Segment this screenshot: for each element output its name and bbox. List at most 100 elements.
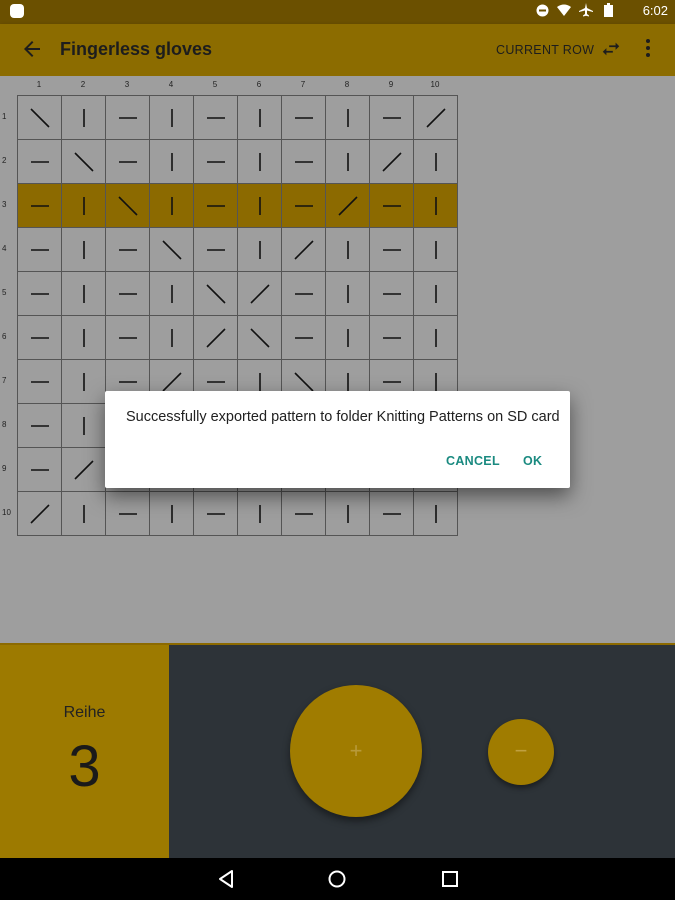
current-row-button[interactable]: CURRENT ROW: [496, 43, 594, 57]
pattern-cell[interactable]: [413, 227, 458, 272]
pattern-cell[interactable]: [17, 139, 62, 184]
pattern-cell[interactable]: [17, 315, 62, 360]
pattern-cell[interactable]: [413, 491, 458, 536]
pattern-cell[interactable]: [281, 227, 326, 272]
pattern-cell[interactable]: [369, 491, 414, 536]
pattern-cell[interactable]: [193, 183, 238, 228]
pattern-cell[interactable]: [325, 491, 370, 536]
pattern-cell[interactable]: [369, 139, 414, 184]
pattern-cell[interactable]: [105, 95, 150, 140]
pattern-cell[interactable]: [61, 315, 106, 360]
pattern-cell[interactable]: [369, 315, 414, 360]
pattern-cell[interactable]: [281, 183, 326, 228]
pattern-cell[interactable]: [149, 139, 194, 184]
pattern-cell[interactable]: [281, 315, 326, 360]
pattern-cell[interactable]: [149, 315, 194, 360]
pattern-row[interactable]: [17, 95, 458, 140]
pattern-cell[interactable]: [149, 183, 194, 228]
pattern-cell[interactable]: [281, 95, 326, 140]
pattern-cell[interactable]: [281, 139, 326, 184]
pattern-cell[interactable]: [413, 95, 458, 140]
pattern-cell[interactable]: [281, 491, 326, 536]
pattern-cell[interactable]: [105, 271, 150, 316]
knit-stitch-icon: [82, 240, 85, 259]
pattern-cell[interactable]: [193, 227, 238, 272]
pattern-cell[interactable]: [17, 271, 62, 316]
pattern-cell[interactable]: [237, 95, 282, 140]
pattern-cell[interactable]: [105, 227, 150, 272]
column-number: 3: [124, 80, 130, 89]
pattern-row[interactable]: [17, 271, 458, 316]
pattern-cell[interactable]: [369, 227, 414, 272]
pattern-cell[interactable]: [237, 183, 282, 228]
pattern-cell[interactable]: [149, 95, 194, 140]
pattern-cell[interactable]: [413, 315, 458, 360]
recents-square-icon[interactable]: [440, 869, 460, 889]
pattern-cell[interactable]: [105, 139, 150, 184]
pattern-cell[interactable]: [61, 359, 106, 404]
pattern-row[interactable]: [17, 183, 458, 228]
swap-icon[interactable]: [600, 38, 622, 60]
pattern-cell[interactable]: [17, 359, 62, 404]
back-arrow-icon[interactable]: [20, 37, 44, 61]
pattern-cell[interactable]: [325, 227, 370, 272]
decrement-button[interactable]: −: [488, 719, 554, 785]
back-triangle-icon[interactable]: [216, 869, 236, 889]
pattern-cell[interactable]: [237, 139, 282, 184]
pattern-row[interactable]: [17, 491, 458, 536]
pattern-cell[interactable]: [193, 139, 238, 184]
pattern-cell[interactable]: [325, 95, 370, 140]
pattern-cell[interactable]: [105, 183, 150, 228]
pattern-cell[interactable]: [281, 271, 326, 316]
pattern-cell[interactable]: [149, 271, 194, 316]
pattern-cell[interactable]: [413, 139, 458, 184]
pattern-cell[interactable]: [237, 491, 282, 536]
pattern-cell[interactable]: [61, 447, 106, 492]
pattern-cell[interactable]: [61, 183, 106, 228]
pattern-cell[interactable]: [17, 491, 62, 536]
pattern-cell[interactable]: [193, 315, 238, 360]
pattern-cell[interactable]: [237, 271, 282, 316]
pattern-cell[interactable]: [105, 315, 150, 360]
pattern-cell[interactable]: [61, 491, 106, 536]
pattern-cell[interactable]: [237, 227, 282, 272]
pattern-row[interactable]: [17, 315, 458, 360]
pattern-cell[interactable]: [369, 271, 414, 316]
cancel-button[interactable]: CANCEL: [446, 454, 500, 468]
pattern-cell[interactable]: [413, 271, 458, 316]
pattern-cell[interactable]: [61, 95, 106, 140]
pattern-cell[interactable]: [105, 491, 150, 536]
pattern-cell[interactable]: [61, 139, 106, 184]
more-vert-icon[interactable]: [642, 38, 654, 60]
pattern-row[interactable]: [17, 139, 458, 184]
pattern-row[interactable]: [17, 227, 458, 272]
pattern-cell[interactable]: [17, 95, 62, 140]
pattern-cell[interactable]: [193, 95, 238, 140]
pattern-cell[interactable]: [413, 183, 458, 228]
pattern-cell[interactable]: [325, 183, 370, 228]
pattern-cell[interactable]: [325, 271, 370, 316]
pattern-cell[interactable]: [61, 227, 106, 272]
pattern-cell[interactable]: [149, 491, 194, 536]
pattern-cell[interactable]: [149, 227, 194, 272]
pattern-cell[interactable]: [369, 95, 414, 140]
pattern-cell[interactable]: [325, 315, 370, 360]
home-circle-icon[interactable]: [327, 869, 347, 889]
pattern-cell[interactable]: [193, 271, 238, 316]
pattern-cell[interactable]: [17, 447, 62, 492]
knit-stitch-icon: [82, 284, 85, 303]
knit-stitch-icon: [434, 284, 437, 303]
pattern-cell[interactable]: [325, 139, 370, 184]
purl-stitch-icon: [382, 512, 401, 515]
pattern-cell[interactable]: [17, 403, 62, 448]
pattern-cell[interactable]: [193, 491, 238, 536]
pattern-cell[interactable]: [237, 315, 282, 360]
pattern-cell[interactable]: [17, 227, 62, 272]
pattern-cell[interactable]: [17, 183, 62, 228]
ok-button[interactable]: OK: [523, 454, 542, 468]
pattern-cell[interactable]: [61, 271, 106, 316]
knit-stitch-icon: [170, 328, 173, 347]
pattern-cell[interactable]: [369, 183, 414, 228]
pattern-cell[interactable]: [61, 403, 106, 448]
increment-button[interactable]: +: [290, 685, 422, 817]
